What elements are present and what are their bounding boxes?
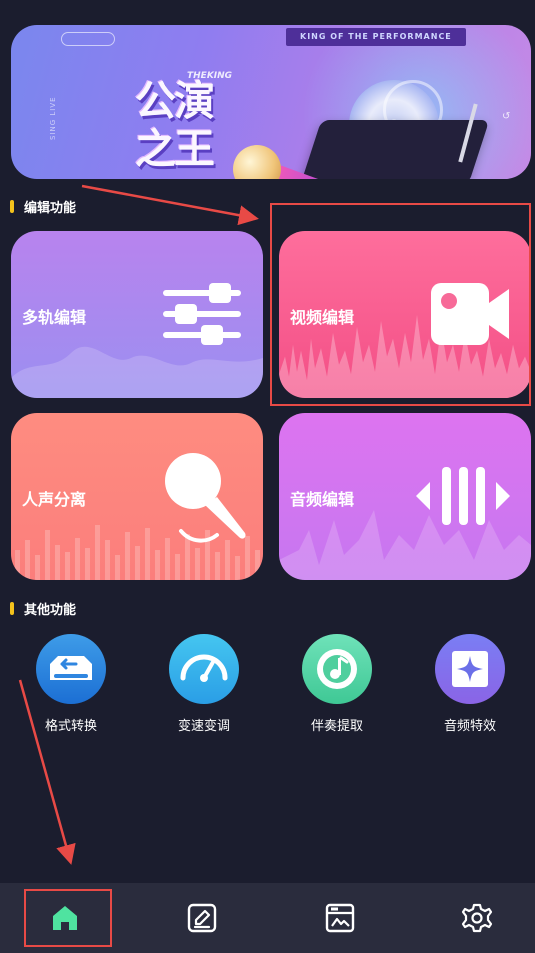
section-edit-title: 编辑功能 xyxy=(10,197,76,216)
card-label: 音频编辑 xyxy=(290,490,355,509)
section-other-title: 其他功能 xyxy=(10,599,76,618)
speed-gauge-icon xyxy=(180,654,228,682)
edit-icon xyxy=(187,903,217,933)
tool-speed-pitch[interactable]: 变速变调 xyxy=(159,634,249,734)
nav-settings[interactable] xyxy=(432,883,522,953)
section-accent-bar xyxy=(10,200,14,213)
tool-icon-circle xyxy=(302,634,372,704)
card-vocal-separation[interactable]: 人声分离 xyxy=(11,413,263,580)
banner-title: 公演 之王 xyxy=(135,77,245,173)
tool-icon-circle xyxy=(36,634,106,704)
banner-side-text: SING LIVE xyxy=(49,96,57,140)
tool-label: 伴奏提取 xyxy=(310,719,363,734)
tool-audio-effects[interactable]: 音频特效 xyxy=(425,634,515,734)
promo-banner[interactable]: KING OF THE PERFORMANCE SING LIVE THEKIN… xyxy=(11,25,531,179)
section-accent-bar xyxy=(10,602,14,615)
tool-format-convert[interactable]: 格式转换 xyxy=(26,634,116,734)
microphone-icon xyxy=(165,453,246,543)
tool-label: 变速变调 xyxy=(177,719,230,734)
card-multitrack-edit[interactable]: 多轨编辑 xyxy=(11,231,263,398)
tool-icon-circle xyxy=(435,634,505,704)
tool-icon-circle xyxy=(169,634,239,704)
music-note-icon xyxy=(317,649,357,689)
banner-decoration-icon: ↺ xyxy=(502,111,511,122)
tool-accompaniment-extract[interactable]: 伴奏提取 xyxy=(292,634,382,734)
gear-icon xyxy=(461,903,493,933)
audio-wave-icon xyxy=(416,467,510,525)
section-edit-label: 编辑功能 xyxy=(24,201,77,216)
section-other-label: 其他功能 xyxy=(24,603,77,618)
annotation-highlight-box xyxy=(24,889,112,947)
nav-works[interactable] xyxy=(295,883,385,953)
annotation-highlight-box xyxy=(270,203,531,406)
sparkle-effect-icon xyxy=(452,651,488,687)
media-icon xyxy=(325,903,355,933)
tool-label: 音频特效 xyxy=(443,719,496,734)
card-label: 多轨编辑 xyxy=(22,308,87,327)
card-label: 人声分离 xyxy=(22,490,87,509)
tool-label: 格式转换 xyxy=(44,719,97,734)
banner-ribbon: KING OF THE PERFORMANCE xyxy=(286,28,466,46)
microphone-icon xyxy=(233,145,281,179)
card-audio-edit[interactable]: 音频编辑 xyxy=(279,413,531,580)
format-convert-icon xyxy=(50,656,92,680)
banner-title-text: 公演 之王 xyxy=(135,77,215,173)
sliders-icon xyxy=(163,283,241,345)
banner-tag xyxy=(61,32,115,46)
nav-edit[interactable] xyxy=(157,883,247,953)
